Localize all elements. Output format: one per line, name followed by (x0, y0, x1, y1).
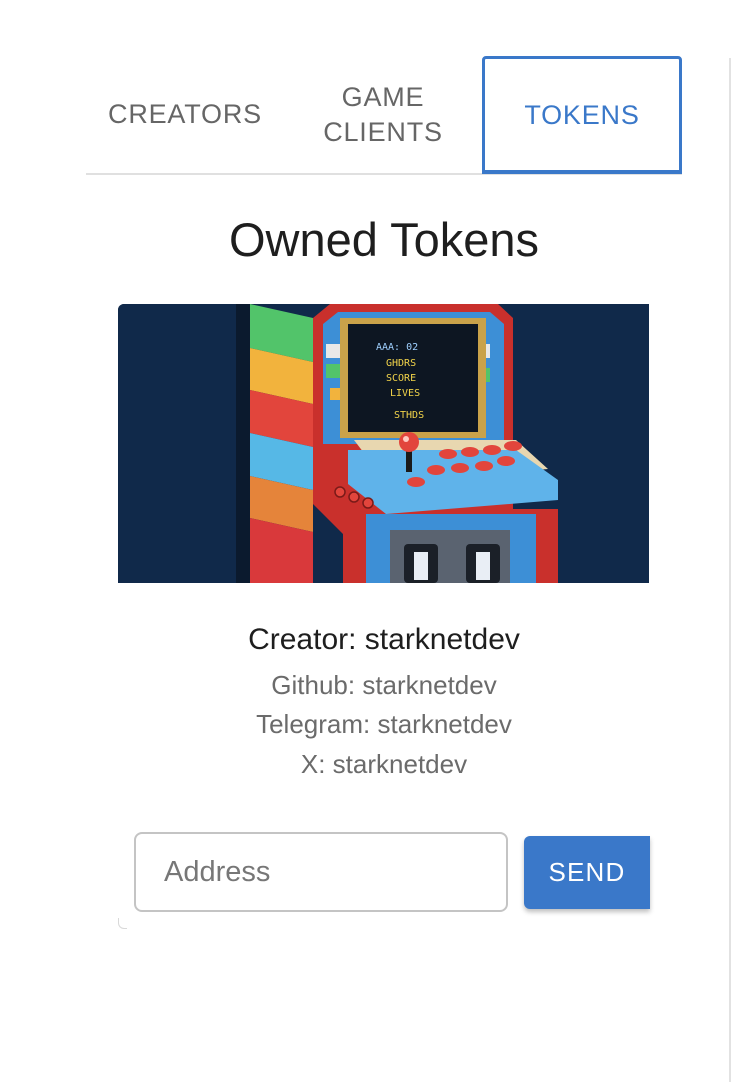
svg-text:LIVES: LIVES (390, 388, 420, 399)
tab-tokens[interactable]: TOKENS (482, 56, 682, 174)
token-github: Github: starknetdev (271, 670, 497, 700)
svg-text:STHDS: STHDS (394, 410, 424, 421)
arcade-cabinet-icon: AAA: 02 GHDRS SCORE LIVES STHDS (118, 304, 649, 583)
tab-game-clients[interactable]: GAME CLIENTS (284, 56, 482, 173)
token-image: AAA: 02 GHDRS SCORE LIVES STHDS (118, 304, 649, 583)
page-right-divider (729, 58, 731, 1082)
token-telegram: Telegram: starknetdev (256, 709, 512, 739)
tab-bar: CREATORS GAME CLIENTS TOKENS (86, 56, 682, 176)
svg-text:SCORE: SCORE (386, 373, 416, 384)
tab-creators[interactable]: CREATORS (86, 56, 284, 173)
token-creator: Creator: starknetdev (248, 623, 520, 656)
address-input[interactable] (134, 832, 508, 912)
svg-text:AAA: 02: AAA: 02 (376, 342, 418, 353)
page-title: Owned Tokens (228, 213, 540, 266)
card-corner (118, 918, 127, 929)
svg-text:GHDRS: GHDRS (386, 358, 416, 369)
token-x: X: starknetdev (300, 749, 468, 779)
active-tab-indicator (482, 170, 682, 174)
send-button[interactable]: SEND (524, 836, 650, 909)
